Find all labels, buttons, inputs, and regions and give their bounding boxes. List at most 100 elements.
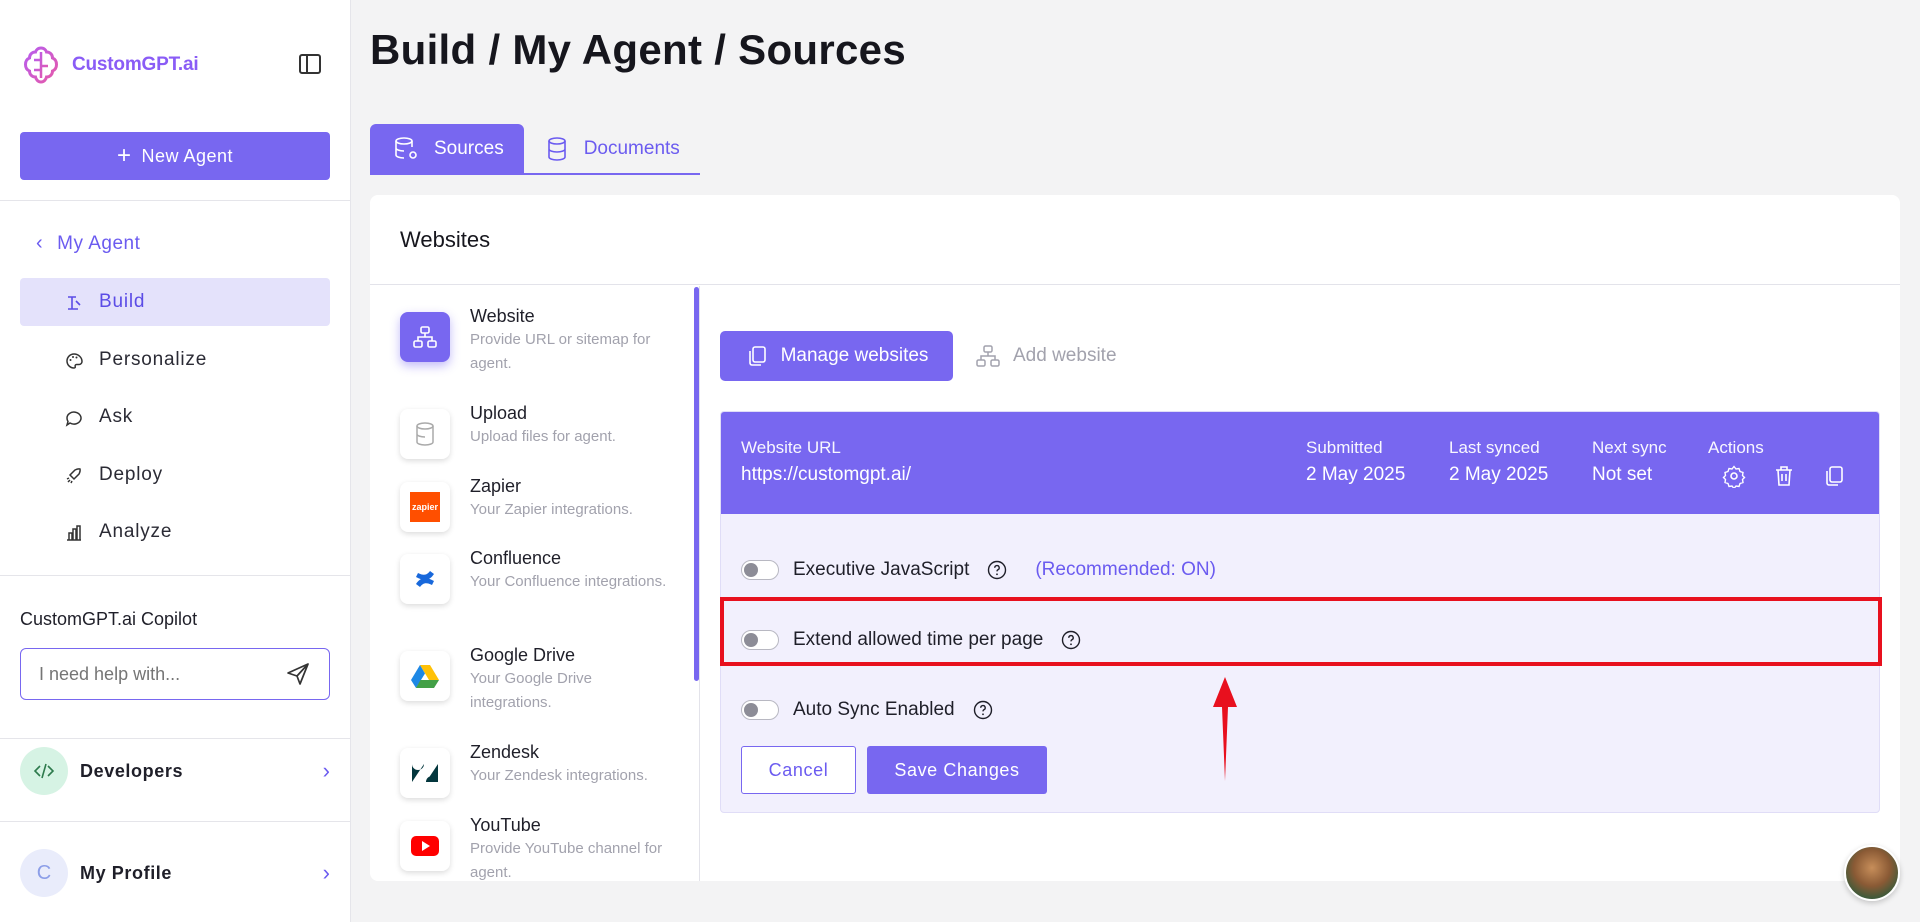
- card-title: Websites: [370, 195, 1900, 285]
- back-link-label: My Agent: [57, 232, 141, 254]
- chevron-right-icon: ›: [322, 758, 330, 783]
- source-name: Zapier: [470, 476, 522, 496]
- rocket-icon: [66, 468, 81, 484]
- divider: [0, 200, 351, 201]
- tab-documents[interactable]: Documents: [524, 124, 700, 173]
- sidebar-item-deploy[interactable]: Deploy: [20, 451, 330, 499]
- copilot-input-box: [20, 648, 330, 700]
- sidebar-collapse-icon: [299, 54, 321, 74]
- option-auto-sync: Auto Sync Enabled: [741, 699, 993, 721]
- source-desc: Your Zendesk integrations.: [470, 767, 648, 784]
- next-sync-value: Not set: [1592, 464, 1653, 485]
- source-desc: Your Confluence integrations.: [470, 573, 667, 590]
- sidebar-item-personalize[interactable]: Personalize: [20, 336, 330, 384]
- source-name: Google Drive: [470, 645, 576, 665]
- actions-header: Actions: [1708, 438, 1764, 457]
- url-column: Website URL https://customgpt.ai/: [741, 437, 911, 491]
- chevron-left-icon: ‹: [36, 232, 44, 254]
- copilot-input[interactable]: [39, 663, 269, 685]
- sidebar-item-ask[interactable]: Ask: [20, 393, 330, 441]
- developers-label: Developers: [80, 760, 184, 781]
- back-to-my-agent-link[interactable]: ‹ My Agent: [36, 232, 140, 255]
- upload-database-icon: [400, 409, 450, 459]
- build-icon: [68, 296, 81, 310]
- new-agent-label: New Agent: [141, 145, 234, 166]
- source-item-youtube[interactable]: YouTube Provide YouTube channel for agen…: [400, 813, 690, 881]
- source-name: YouTube: [470, 815, 541, 835]
- source-item-google-drive[interactable]: Google Drive Your Google Drive integrati…: [400, 643, 690, 715]
- highlight-annotation-box: [720, 597, 1882, 666]
- database-icon: [547, 136, 566, 161]
- option-label: Auto Sync Enabled: [793, 699, 955, 720]
- divider: [0, 821, 351, 822]
- sidebar-toggle-button[interactable]: [297, 51, 323, 77]
- source-name: Confluence: [470, 548, 562, 568]
- save-changes-button[interactable]: Save Changes: [867, 746, 1047, 794]
- source-item-zendesk[interactable]: Zendesk Your Zendesk integrations.: [400, 740, 690, 798]
- sidebar-item-label: Deploy: [99, 464, 163, 485]
- last-synced-value: 2 May 2025: [1449, 464, 1549, 485]
- url-header: Website URL: [741, 438, 841, 457]
- next-sync-column: Next sync Not set: [1592, 437, 1667, 491]
- last-synced-header: Last synced: [1449, 438, 1540, 457]
- settings-gear-icon[interactable]: [1722, 464, 1746, 488]
- add-website-button[interactable]: Add website: [975, 331, 1117, 381]
- send-icon[interactable]: [285, 661, 311, 687]
- source-desc: Upload files for agent.: [470, 428, 616, 445]
- source-desc: Your Zapier integrations.: [470, 501, 633, 518]
- recommendation-text: (Recommended: ON): [1035, 559, 1216, 580]
- website-row-header: Website URL https://customgpt.ai/ Submit…: [721, 412, 1879, 514]
- sidebar-item-analyze[interactable]: Analyze: [20, 508, 330, 556]
- submitted-value: 2 May 2025: [1306, 464, 1406, 485]
- support-chat-avatar[interactable]: [1844, 845, 1900, 901]
- source-desc: Provide URL or sitemap for agent.: [470, 331, 651, 372]
- source-item-upload[interactable]: Upload Upload files for agent.: [400, 401, 690, 459]
- tab-label: Sources: [434, 137, 504, 159]
- sidebar-item-build[interactable]: Build: [20, 278, 330, 326]
- divider: [699, 286, 700, 881]
- source-item-confluence[interactable]: Confluence Your Confluence integrations.: [400, 546, 690, 604]
- help-circle-icon[interactable]: [987, 560, 1007, 580]
- page-title: Build / My Agent / Sources: [370, 26, 906, 73]
- option-label: Executive JavaScript: [793, 559, 970, 580]
- url-value[interactable]: https://customgpt.ai/: [741, 459, 911, 491]
- source-desc: Your Google Drive integrations.: [470, 670, 593, 711]
- source-desc: Provide YouTube channel for agent.: [470, 840, 663, 881]
- sidebar: CustomGPT.ai + New Agent ‹ My Agent Buil…: [0, 0, 351, 922]
- sidebar-item-label: Analyze: [99, 521, 173, 542]
- chevron-right-icon: ›: [322, 860, 330, 885]
- actions-column: Actions: [1708, 437, 1764, 459]
- add-website-label: Add website: [1013, 345, 1117, 366]
- logo[interactable]: CustomGPT.ai: [20, 44, 199, 86]
- divider: [0, 575, 351, 576]
- sitemap-icon: [976, 345, 1000, 367]
- execute-javascript-toggle[interactable]: [741, 560, 779, 580]
- cancel-button[interactable]: Cancel: [741, 746, 856, 794]
- sitemap-icon: [400, 312, 450, 362]
- auto-sync-toggle[interactable]: [741, 700, 779, 720]
- developers-link[interactable]: Developers ›: [20, 746, 330, 796]
- submitted-column: Submitted 2 May 2025: [1306, 437, 1405, 491]
- arrow-up-annotation-icon: [1213, 677, 1237, 781]
- manage-websites-button[interactable]: Manage websites: [720, 331, 953, 381]
- confluence-icon: [400, 554, 450, 604]
- source-item-website[interactable]: Website Provide URL or sitemap for agent…: [400, 304, 690, 376]
- youtube-icon: [400, 821, 450, 871]
- source-name: Website: [470, 306, 535, 326]
- copy-icon[interactable]: [1822, 464, 1846, 488]
- database-settings-icon: [395, 136, 417, 159]
- copy-icon: [748, 346, 766, 366]
- source-item-zapier[interactable]: zapier Zapier Your Zapier integrations.: [400, 474, 690, 532]
- my-profile-link[interactable]: C My Profile ›: [20, 848, 330, 898]
- row-actions: [1722, 464, 1846, 488]
- trash-icon[interactable]: [1772, 464, 1796, 488]
- manage-websites-label: Manage websites: [780, 345, 929, 366]
- bar-chart-icon: [67, 525, 81, 541]
- brain-logo-icon: [23, 46, 59, 84]
- sidebar-item-label: Ask: [99, 406, 134, 427]
- zendesk-icon: [400, 748, 450, 798]
- help-circle-icon[interactable]: [973, 700, 993, 720]
- sidebar-item-label: Build: [99, 291, 146, 312]
- new-agent-button[interactable]: + New Agent: [20, 132, 330, 180]
- tab-sources[interactable]: Sources: [370, 124, 524, 173]
